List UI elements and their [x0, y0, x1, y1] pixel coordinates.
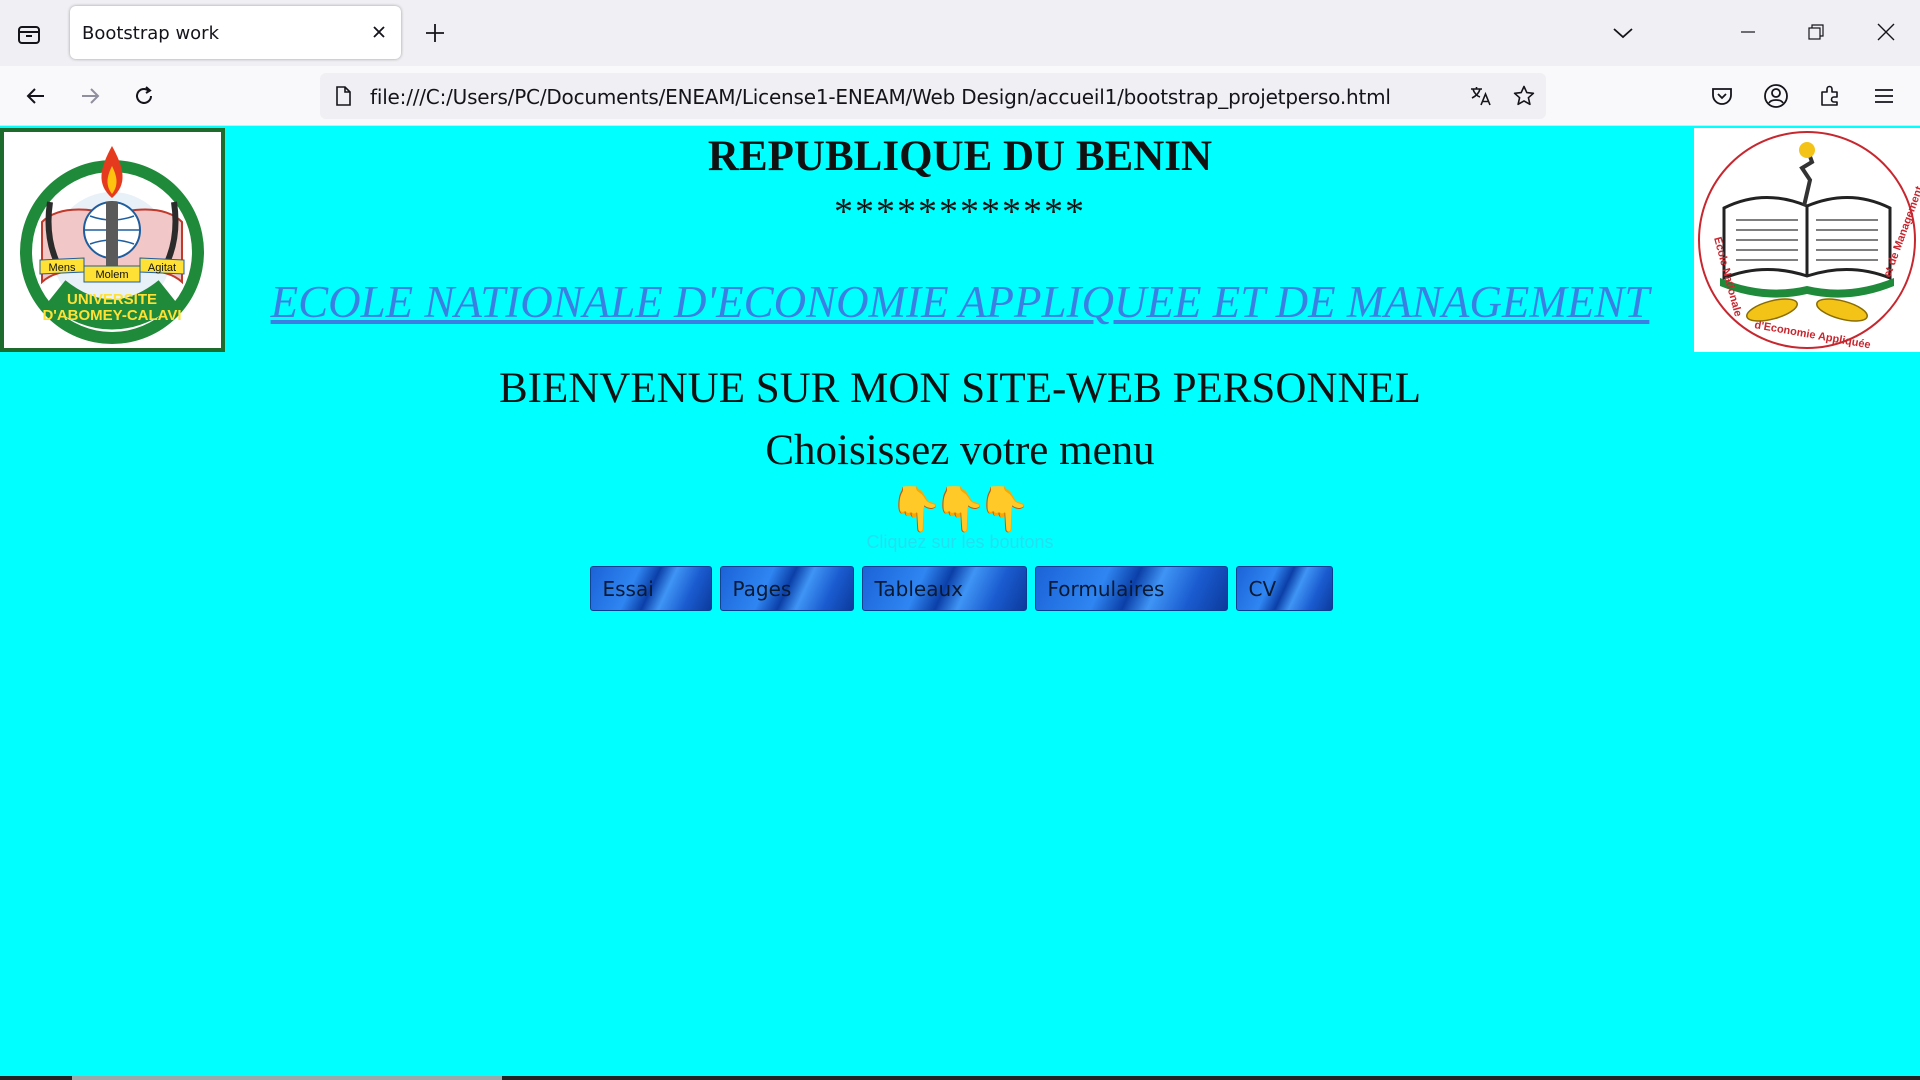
faint-caption: Cliquez sur les boutons [866, 532, 1054, 552]
tab-title: Bootstrap work [82, 23, 220, 44]
translate-icon[interactable] [1466, 81, 1496, 111]
menu-button-formulaires[interactable]: Formulaires [1034, 566, 1228, 611]
arrow-right-icon[interactable] [70, 76, 110, 116]
restore-icon[interactable] [1794, 12, 1838, 52]
page-icon[interactable] [332, 85, 354, 107]
url-text[interactable]: file:///C:/Users/PC/Documents/ENEAM/Lice… [370, 85, 1391, 109]
star-icon[interactable] [1509, 81, 1539, 111]
pointing-down-icon: 👇 [976, 485, 1032, 534]
stars-separator: ************ [834, 191, 1086, 233]
choose-menu-text: Choisissez votre menu [765, 427, 1155, 474]
puzzle-icon[interactable] [1810, 76, 1850, 116]
minimize-icon[interactable] [1726, 12, 1770, 52]
account-icon[interactable] [1756, 76, 1796, 116]
svg-text:Agitat: Agitat [148, 262, 176, 274]
svg-text:Mens: Mens [49, 262, 76, 274]
url-bar[interactable]: file:///C:/Users/PC/Documents/ENEAM/Lice… [320, 73, 1546, 119]
plus-icon[interactable] [420, 18, 450, 48]
close-icon[interactable] [367, 20, 391, 44]
scrollbar-thumb[interactable] [72, 1076, 502, 1080]
menu-button-cv[interactable]: CV [1235, 566, 1333, 611]
close-window-icon[interactable] [1864, 12, 1908, 52]
pointing-hands: 👇 👇 👇 [0, 482, 1920, 536]
reload-icon[interactable] [124, 76, 164, 116]
pointing-down-icon: 👇 [932, 485, 988, 534]
nav-bar: file:///C:/Users/PC/Documents/ENEAM/Lice… [0, 66, 1920, 126]
chevron-down-icon[interactable] [1608, 18, 1638, 48]
page-content: Mens Molem Agitat D'ABOMEY-CALAVI UNIVER… [0, 126, 1920, 1080]
school-link[interactable]: ECOLE NATIONALE D'ECONOMIE APPLIQUEE ET … [271, 277, 1650, 327]
menu-button-essai[interactable]: Essai [589, 566, 712, 611]
pointing-down-icon: 👇 [888, 485, 944, 534]
tab-list-icon[interactable] [14, 20, 44, 48]
menu-buttons: Essai Pages Tableaux Formulaires CV [0, 566, 1920, 611]
tab-bar: Bootstrap work [0, 0, 1920, 66]
active-tab[interactable]: Bootstrap work [70, 6, 401, 59]
pocket-icon[interactable] [1702, 76, 1742, 116]
school-heading: ECOLE NATIONALE D'ECONOMIE APPLIQUEE ET … [0, 276, 1920, 328]
republic-heading: REPUBLIQUE DU BENIN [707, 133, 1213, 180]
menu-button-tableaux[interactable]: Tableaux [861, 566, 1027, 611]
welcome-text: BIENVENUE SUR MON SITE-WEB PERSONNEL [498, 365, 1422, 412]
arrow-left-icon[interactable] [16, 76, 56, 116]
menu-button-pages[interactable]: Pages [719, 566, 854, 611]
hamburger-icon[interactable] [1864, 76, 1904, 116]
